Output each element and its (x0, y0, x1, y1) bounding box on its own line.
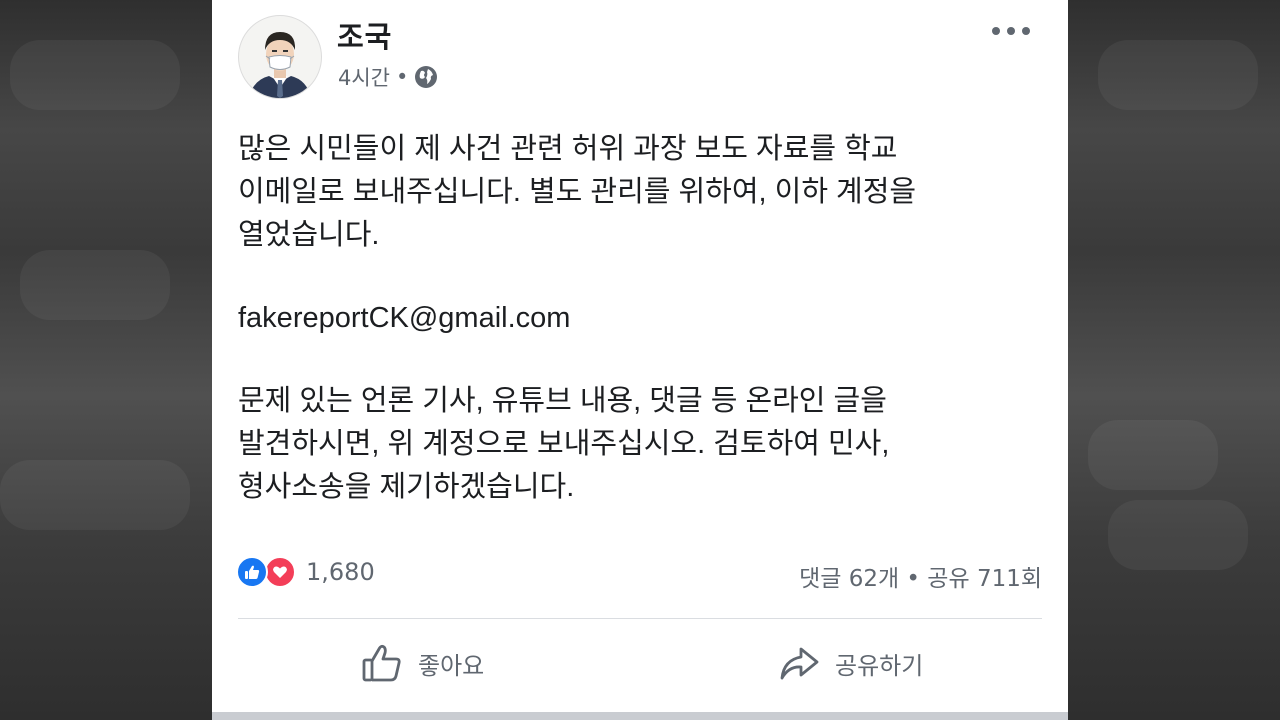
share-button[interactable]: 공유하기 (777, 641, 923, 685)
avatar[interactable] (238, 15, 322, 99)
more-options-icon[interactable] (992, 20, 1030, 42)
like-button[interactable]: 좋아요 (360, 641, 484, 685)
background-right (1068, 0, 1280, 720)
like-icon (236, 556, 268, 588)
post-bottom-border (212, 712, 1068, 720)
reactions-summary[interactable]: 1,680 (236, 556, 375, 588)
love-icon (264, 556, 296, 588)
post-paragraph-request: 문제 있는 언론 기사, 유튜브 내용, 댓글 등 온라인 글을 발견하시면, … (238, 385, 890, 503)
post-paragraph-intro: 많은 시민들이 제 사건 관련 허위 과장 보도 자료를 학교 이메일로 보내주… (238, 133, 917, 251)
like-button-label: 좋아요 (418, 651, 485, 680)
facebook-post: 조국 4시간 • 많은 시민들이 제 사건 관련 허위 과장 보도 자료를 학교… (212, 0, 1068, 720)
post-email-link: fakereportCK@gmail.com (238, 302, 571, 334)
share-arrow-icon (780, 647, 819, 680)
reaction-count: 1,680 (306, 558, 375, 586)
share-button-label: 공유하기 (835, 651, 924, 680)
meta-separator: • (396, 65, 409, 89)
globe-icon (414, 65, 438, 89)
actions-divider (238, 618, 1042, 619)
thumbs-up-icon (362, 644, 401, 682)
author-name[interactable]: 조국 (337, 14, 392, 56)
post-time[interactable]: 4시간 (338, 62, 390, 92)
post-meta: 4시간 • (338, 62, 438, 92)
post-body: 많은 시민들이 제 사건 관련 허위 과장 보도 자료를 학교 이메일로 보내주… (238, 128, 1028, 509)
comment-share-stats[interactable]: 댓글 62개 • 공유 711회 (799, 559, 1042, 593)
background-left (0, 0, 212, 720)
